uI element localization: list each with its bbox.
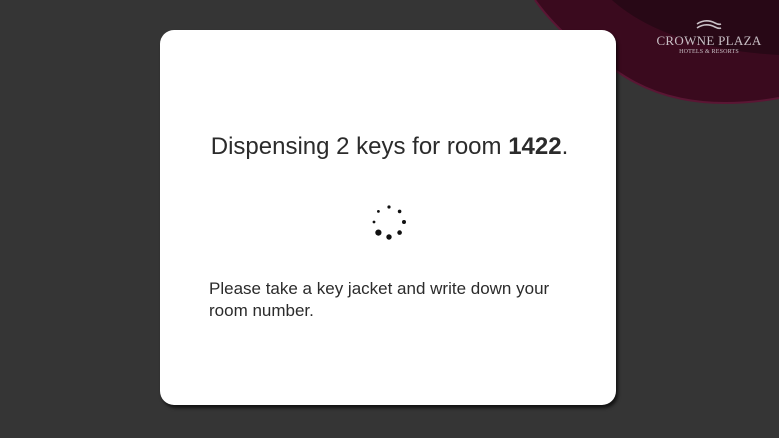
brand-logo: CROWNE PLAZA HOTELS & RESORTS bbox=[650, 20, 768, 56]
instructions-text: Please take a key jacket and write down … bbox=[209, 279, 550, 320]
room-number: 1422 bbox=[508, 133, 562, 160]
brand-name: CROWNE PLAZA bbox=[656, 33, 762, 48]
message-suffix: . bbox=[561, 133, 569, 160]
loading-spinner-icon bbox=[372, 205, 406, 240]
crown-wave-icon bbox=[696, 20, 722, 30]
dispensing-message: Dispensing 2 keys for room 1422. bbox=[0, 132, 779, 162]
message-prefix: Dispensing 2 keys for room bbox=[210, 133, 509, 160]
brand-tagline: HOTELS & RESORTS bbox=[679, 49, 739, 55]
